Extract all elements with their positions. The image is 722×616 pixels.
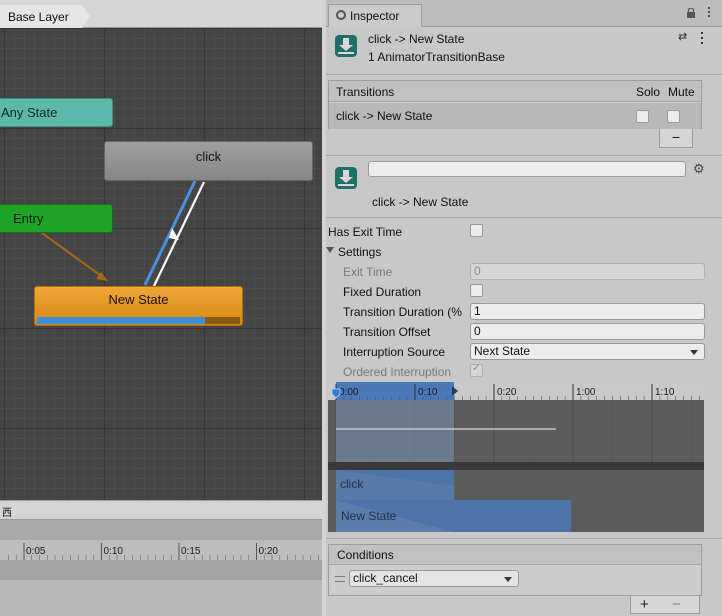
- transition-row-label: click -> New State: [336, 109, 433, 123]
- mute-checkbox[interactable]: [667, 110, 680, 123]
- add-condition-button[interactable]: +: [640, 597, 649, 612]
- inspector-subtitle: 1 AnimatorTransitionBase: [368, 50, 505, 64]
- animator-window: Base Layer Any State click Entry New Sta…: [0, 0, 322, 616]
- tab-label: Inspector: [350, 9, 400, 23]
- transition-row[interactable]: click -> New State: [329, 103, 701, 129]
- transition-duration-field[interactable]: 1: [470, 303, 705, 320]
- transition-download-icon: [335, 167, 357, 189]
- state-new-state[interactable]: New State: [34, 286, 243, 326]
- kebab-menu-icon[interactable]: [699, 31, 705, 45]
- timeline-ruler[interactable]: 0:05 0:10 0:15 0:20: [0, 540, 322, 560]
- solo-header: Solo: [636, 85, 661, 99]
- inspector-title: click -> New State: [368, 32, 465, 46]
- fixed-duration-label: Fixed Duration: [343, 285, 422, 299]
- interruption-source-dropdown[interactable]: Next State: [470, 343, 705, 360]
- track-divider: [328, 462, 704, 470]
- breadcrumb-base-layer[interactable]: Base Layer: [0, 5, 90, 28]
- breadcrumb-label: Base Layer: [8, 10, 69, 24]
- footer-text: 西: [2, 508, 12, 519]
- transition-overlap-area: [336, 400, 454, 466]
- transition-timeline[interactable]: 0:00 0:10 0:20 1:00 1:10 click New State: [328, 382, 704, 532]
- kebab-menu-icon[interactable]: [704, 6, 714, 18]
- graph-footer: 西: [0, 500, 322, 520]
- timeline-tick-label: 0:20: [497, 387, 517, 398]
- state-machine-graph[interactable]: Any State click Entry New State: [0, 28, 322, 500]
- transitions-title: Transitions: [336, 85, 395, 99]
- conditions-header: Conditions: [329, 545, 701, 565]
- track-label-new-state: New State: [341, 509, 397, 523]
- transition-title: click -> New State: [372, 195, 469, 209]
- separator: [326, 217, 722, 218]
- track-label-click: click: [340, 477, 364, 491]
- state-label: New State: [108, 292, 169, 307]
- conditions-title: Conditions: [337, 548, 394, 562]
- has-exit-time-checkbox[interactable]: [470, 224, 483, 237]
- remove-transition-button[interactable]: −: [659, 129, 693, 148]
- state-any-state[interactable]: Any State: [0, 98, 113, 127]
- drag-handle-icon[interactable]: [335, 576, 345, 582]
- state-label: click: [195, 149, 222, 164]
- conditions-list: Conditions click_cancel: [328, 544, 702, 596]
- state-entry[interactable]: Entry: [0, 204, 113, 233]
- transition-offset-field[interactable]: 0: [470, 323, 705, 340]
- remove-condition-button[interactable]: −: [672, 597, 681, 612]
- exit-time-label: Exit Time: [343, 265, 393, 279]
- exit-time-field[interactable]: 0: [470, 263, 705, 280]
- state-label: Any State: [1, 105, 58, 120]
- chevron-down-icon: [504, 577, 512, 582]
- tab-inspector[interactable]: Inspector: [328, 4, 422, 27]
- has-exit-time-label: Has Exit Time: [328, 225, 403, 239]
- transition-offset-label: Transition Offset: [343, 325, 431, 339]
- interruption-source-label: Interruption Source: [343, 345, 446, 359]
- transition-download-icon: [335, 35, 357, 57]
- timeline-track: [0, 560, 322, 580]
- timeline-tick-label: 1:00: [576, 387, 596, 398]
- timeline-tick-label: 1:10: [655, 387, 675, 398]
- bottom-timeline: 0:05 0:10 0:15 0:20: [0, 520, 322, 616]
- transitions-list: Transitions Solo Mute click -> New State: [328, 80, 702, 129]
- condition-parameter-value: click_cancel: [353, 571, 418, 585]
- inspector-window: Inspector click -> New State 1 AnimatorT…: [326, 0, 722, 616]
- entry-transition-line[interactable]: [41, 232, 105, 279]
- interruption-source-value: Next State: [474, 344, 531, 358]
- transitions-header: Transitions Solo Mute: [329, 81, 701, 102]
- transition-line-to-new-state[interactable]: [153, 181, 205, 287]
- bottom-timeline-tick-label: 0:15: [181, 546, 201, 557]
- lock-icon[interactable]: [686, 8, 696, 18]
- separator: [326, 74, 722, 75]
- breadcrumb-bar: Base Layer: [0, 0, 322, 28]
- separator: [326, 155, 722, 156]
- fixed-duration-checkbox[interactable]: [470, 284, 483, 297]
- condition-parameter-dropdown[interactable]: click_cancel: [349, 570, 519, 587]
- bottom-timeline-tick-label: 0:20: [259, 546, 279, 557]
- transition-name-field[interactable]: [368, 161, 686, 177]
- foldout-triangle-icon[interactable]: [326, 246, 334, 254]
- state-progress-bar: [37, 317, 240, 324]
- ordered-interruption-label: Ordered Interruption: [343, 365, 452, 379]
- inspector-tab-bar: Inspector: [326, 0, 722, 27]
- separator: [326, 538, 722, 539]
- state-click[interactable]: click: [104, 141, 313, 181]
- settings-foldout-label[interactable]: Settings: [338, 245, 381, 259]
- mute-header: Mute: [668, 85, 695, 99]
- bottom-timeline-tick-label: 0:10: [104, 546, 124, 557]
- transition-timeline-graph: 0:00 0:10 0:20 1:00 1:10 click New State: [328, 382, 704, 532]
- state-label: Entry: [13, 211, 44, 226]
- info-circle-icon: [336, 10, 346, 20]
- state-progress-fill: [37, 317, 206, 324]
- solo-checkbox[interactable]: [636, 110, 649, 123]
- timeline-tick-label: 0:00: [339, 387, 359, 398]
- gear-icon[interactable]: ⚙: [693, 162, 705, 175]
- timeline-tick-label: 0:10: [418, 387, 438, 398]
- bottom-timeline-tick-label: 0:05: [26, 546, 46, 557]
- transition-line-to-click[interactable]: [143, 180, 197, 286]
- transition-duration-label: Transition Duration (%: [343, 305, 462, 319]
- ordered-interruption-checkbox[interactable]: [470, 363, 483, 377]
- chevron-down-icon: [690, 350, 698, 355]
- sliders-icon[interactable]: ⇄: [678, 31, 690, 43]
- timeline-stripe: [0, 520, 322, 540]
- timeline-ruler-ticks: 0:05 0:10 0:15 0:20: [8, 543, 319, 560]
